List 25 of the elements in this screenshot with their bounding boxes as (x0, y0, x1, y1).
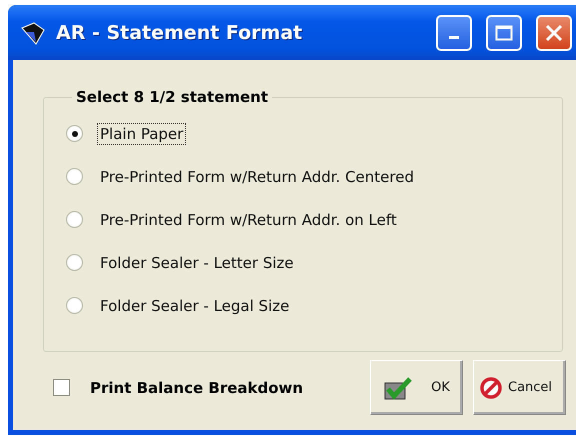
app-icon (20, 20, 46, 46)
radio-button[interactable] (66, 297, 83, 314)
radio-label: Pre-Printed Form w/Return Addr. Centered (99, 166, 415, 188)
close-icon (545, 24, 563, 42)
close-button[interactable] (536, 14, 572, 50)
radio-label: Folder Sealer - Letter Size (99, 252, 295, 274)
cancel-button[interactable]: Cancel (473, 360, 566, 415)
radio-label: Folder Sealer - Legal Size (99, 296, 290, 316)
group-title: Select 8 1/2 statement (75, 88, 270, 106)
radio-button[interactable] (66, 211, 83, 228)
minimize-button[interactable] (436, 14, 472, 50)
radio-label: Plain Paper (97, 122, 186, 144)
no-entry-icon (480, 376, 502, 398)
checkbox[interactable] (53, 379, 70, 396)
radio-label: Pre-Printed Form w/Return Addr. on Left (99, 210, 398, 230)
minimize-icon (449, 36, 459, 39)
maximize-button[interactable] (486, 14, 522, 50)
radio-button[interactable] (66, 254, 83, 271)
radio-button[interactable] (66, 125, 83, 142)
window-title: AR - Statement Format (56, 22, 304, 44)
ok-button[interactable]: OK (370, 360, 463, 415)
radio-button[interactable] (66, 168, 83, 185)
maximize-icon (495, 24, 513, 40)
check-icon (383, 374, 414, 400)
checkbox-label: Print Balance Breakdown (90, 378, 304, 396)
